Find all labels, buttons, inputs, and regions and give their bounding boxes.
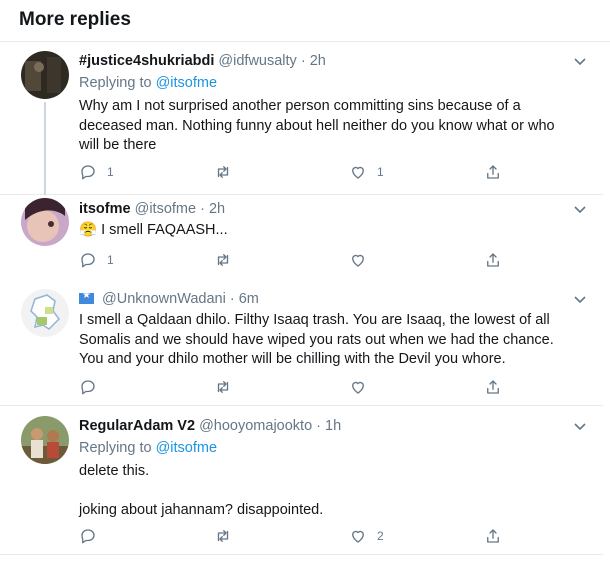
retweet-button[interactable] <box>214 526 232 546</box>
tweet-actions: 1 1 <box>79 162 579 182</box>
tweet-actions: 1 <box>79 250 579 270</box>
share-button[interactable] <box>484 377 502 397</box>
tweet-header: RegularAdam V2 @hooyomajookto · 1h <box>79 418 341 434</box>
tweet-header: itsofme @itsofme · 2h <box>79 201 225 217</box>
thread-line <box>44 102 46 195</box>
avatar[interactable] <box>21 289 69 337</box>
text-line: I smell a Qaldaan dhilo. Filthy Isaaq tr… <box>79 312 550 328</box>
chevron-down-icon[interactable] <box>572 201 588 217</box>
tweet-header: #justice4shukriabdi @idfwusalty · 2h <box>79 53 326 69</box>
tweet-text: 😤 I smell FAQAASH... <box>79 221 579 241</box>
share-button[interactable] <box>484 250 502 270</box>
share-button[interactable] <box>484 162 502 182</box>
chevron-down-icon[interactable] <box>572 291 588 307</box>
somalia-flag-icon <box>79 290 94 304</box>
reply-tweet[interactable]: itsofme @itsofme · 2h 😤 I smell FAQAASH.… <box>0 195 603 285</box>
reply-button[interactable]: 1 <box>79 162 114 182</box>
text-line: Why am I not surprised another person co… <box>79 98 521 114</box>
reply-icon <box>81 165 95 180</box>
like-count: 1 <box>377 165 384 179</box>
separator: · <box>200 201 205 217</box>
user-handle[interactable]: @idfwusalty <box>218 53 296 69</box>
separator: · <box>229 291 235 307</box>
like-button[interactable]: 2 <box>349 526 384 546</box>
reply-tweet[interactable]: #justice4shukriabdi @idfwusalty · 2h Rep… <box>0 42 603 195</box>
reply-tweet[interactable]: RegularAdam V2 @hooyomajookto · 1h Reply… <box>0 406 603 555</box>
share-icon <box>487 165 499 179</box>
chevron-down-icon[interactable] <box>572 53 588 69</box>
display-name[interactable]: itsofme <box>79 201 131 217</box>
like-button[interactable]: 1 <box>349 162 384 182</box>
reply-icon <box>81 380 95 395</box>
like-icon <box>352 381 364 394</box>
chevron-down-icon[interactable] <box>572 418 588 434</box>
replying-prefix: Replying to <box>79 75 152 91</box>
user-handle[interactable]: @hooyomajookto <box>199 418 312 434</box>
separator: · <box>316 418 322 434</box>
reply-icon <box>81 253 95 268</box>
timestamp[interactable]: 2h <box>209 201 225 217</box>
mention-link[interactable]: @itsofme <box>156 75 217 91</box>
timestamp[interactable]: 6m <box>239 291 259 307</box>
section-header: More replies <box>0 0 610 42</box>
reply-count: 1 <box>107 165 114 179</box>
like-button[interactable] <box>349 377 367 397</box>
text-line: will be there <box>79 137 157 153</box>
tweet-text: delete this. joking about jahannam? disa… <box>79 462 579 521</box>
timestamp[interactable]: 2h <box>310 53 326 69</box>
avatar[interactable] <box>21 416 69 464</box>
display-name[interactable]: RegularAdam V2 <box>79 418 195 434</box>
timestamp[interactable]: 1h <box>325 418 341 434</box>
avatar[interactable] <box>21 51 69 99</box>
retweet-button[interactable] <box>214 250 232 270</box>
retweet-icon <box>217 381 229 393</box>
retweet-icon <box>217 254 229 266</box>
reply-icon <box>81 529 95 544</box>
reply-tweet[interactable]: @UnknownWadani · 6m I smell a Qaldaan dh… <box>0 285 603 406</box>
tweet-text: I smell a Qaldaan dhilo. Filthy Isaaq tr… <box>79 311 589 370</box>
like-icon <box>352 166 364 179</box>
like-count: 2 <box>377 529 384 543</box>
text-line: joking about jahannam? disappointed. <box>79 502 324 518</box>
replying-to: Replying to @itsofme <box>79 440 217 456</box>
reply-count: 1 <box>107 253 114 267</box>
share-icon <box>487 529 499 543</box>
mention-link[interactable]: @itsofme <box>156 440 217 456</box>
text-line: deceased man. Nothing funny about hell n… <box>79 117 555 134</box>
tweet-text: Why am I not surprised another person co… <box>79 97 579 156</box>
text-line: You and your dhilo mother will be chilli… <box>79 351 506 367</box>
like-icon <box>352 254 364 267</box>
replying-prefix: Replying to <box>79 440 152 456</box>
separator: · <box>300 53 306 69</box>
user-handle[interactable]: @UnknownWadani <box>102 291 226 307</box>
text-line: Somalis and we should have wiped you rat… <box>79 331 554 348</box>
share-icon <box>487 380 499 394</box>
tweet-actions <box>79 377 579 397</box>
reply-button[interactable] <box>79 526 97 546</box>
section-title: More replies <box>19 9 131 30</box>
reply-button[interactable] <box>79 377 97 397</box>
share-button[interactable] <box>484 526 502 546</box>
tweet-actions: 2 <box>79 526 579 546</box>
retweet-icon <box>217 530 229 542</box>
text-line: I smell FAQAASH... <box>101 222 228 238</box>
emoji: 😤 <box>79 222 98 238</box>
reply-button[interactable]: 1 <box>79 250 114 270</box>
user-handle[interactable]: @itsofme <box>135 201 196 217</box>
tweet-header: @UnknownWadani · 6m <box>79 290 259 307</box>
display-name[interactable]: #justice4shukriabdi <box>79 53 214 69</box>
like-icon <box>352 530 364 543</box>
avatar[interactable] <box>21 198 69 246</box>
retweet-button[interactable] <box>214 162 232 182</box>
replying-to: Replying to @itsofme <box>79 75 217 91</box>
retweet-icon <box>217 166 229 178</box>
share-icon <box>487 253 499 267</box>
like-button[interactable] <box>349 250 367 270</box>
retweet-button[interactable] <box>214 377 232 397</box>
text-line: delete this. <box>79 463 150 479</box>
